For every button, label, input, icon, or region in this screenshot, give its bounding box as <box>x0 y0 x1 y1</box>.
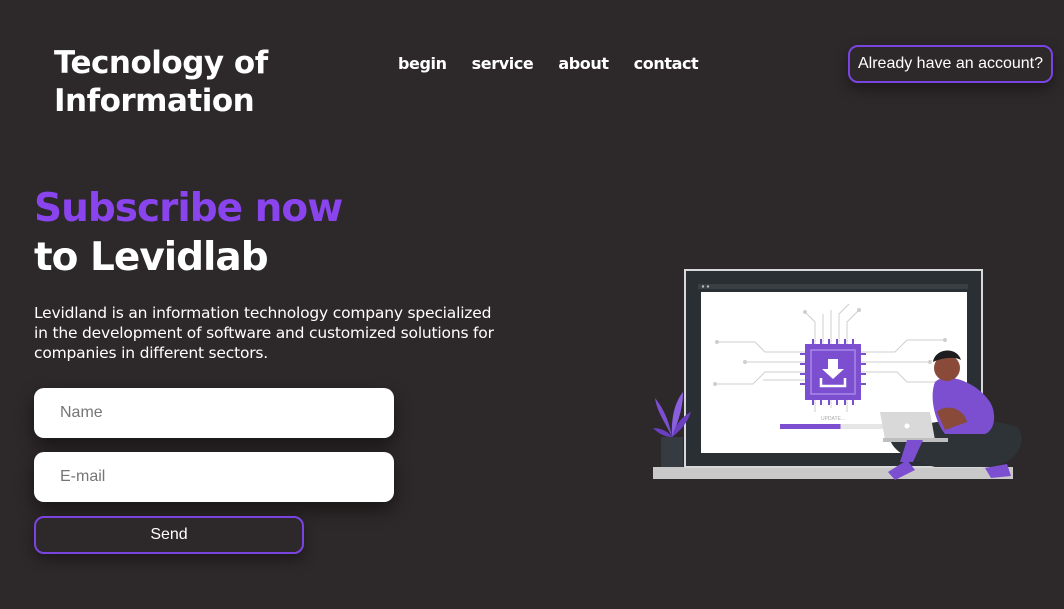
brand-title: Tecnology of Information <box>54 45 268 119</box>
monitor-topbar <box>698 284 968 289</box>
send-button[interactable]: Send <box>34 516 304 554</box>
email-input[interactable] <box>34 452 394 502</box>
page: Tecnology of Information begin service a… <box>0 0 1064 609</box>
nav-link-service[interactable]: service <box>472 54 534 73</box>
hero-description: Levidland is an information technology c… <box>34 304 494 362</box>
headline-main: to Levidlab <box>34 235 269 280</box>
nav-link-about[interactable]: about <box>558 54 609 73</box>
name-input[interactable] <box>34 388 394 438</box>
nav-link-begin[interactable]: begin <box>398 54 447 73</box>
progress-fill <box>780 424 841 429</box>
update-label: UPDATE... <box>821 416 845 422</box>
headline-accent: Subscribe now <box>34 186 343 231</box>
download-chip-illustration: UPDATE... <box>653 269 1022 480</box>
nav-link-contact[interactable]: contact <box>634 54 699 73</box>
already-have-account-button[interactable]: Already have an account? <box>848 45 1053 83</box>
main-nav: begin service about contact <box>398 54 699 73</box>
illustration-base <box>653 467 1013 479</box>
